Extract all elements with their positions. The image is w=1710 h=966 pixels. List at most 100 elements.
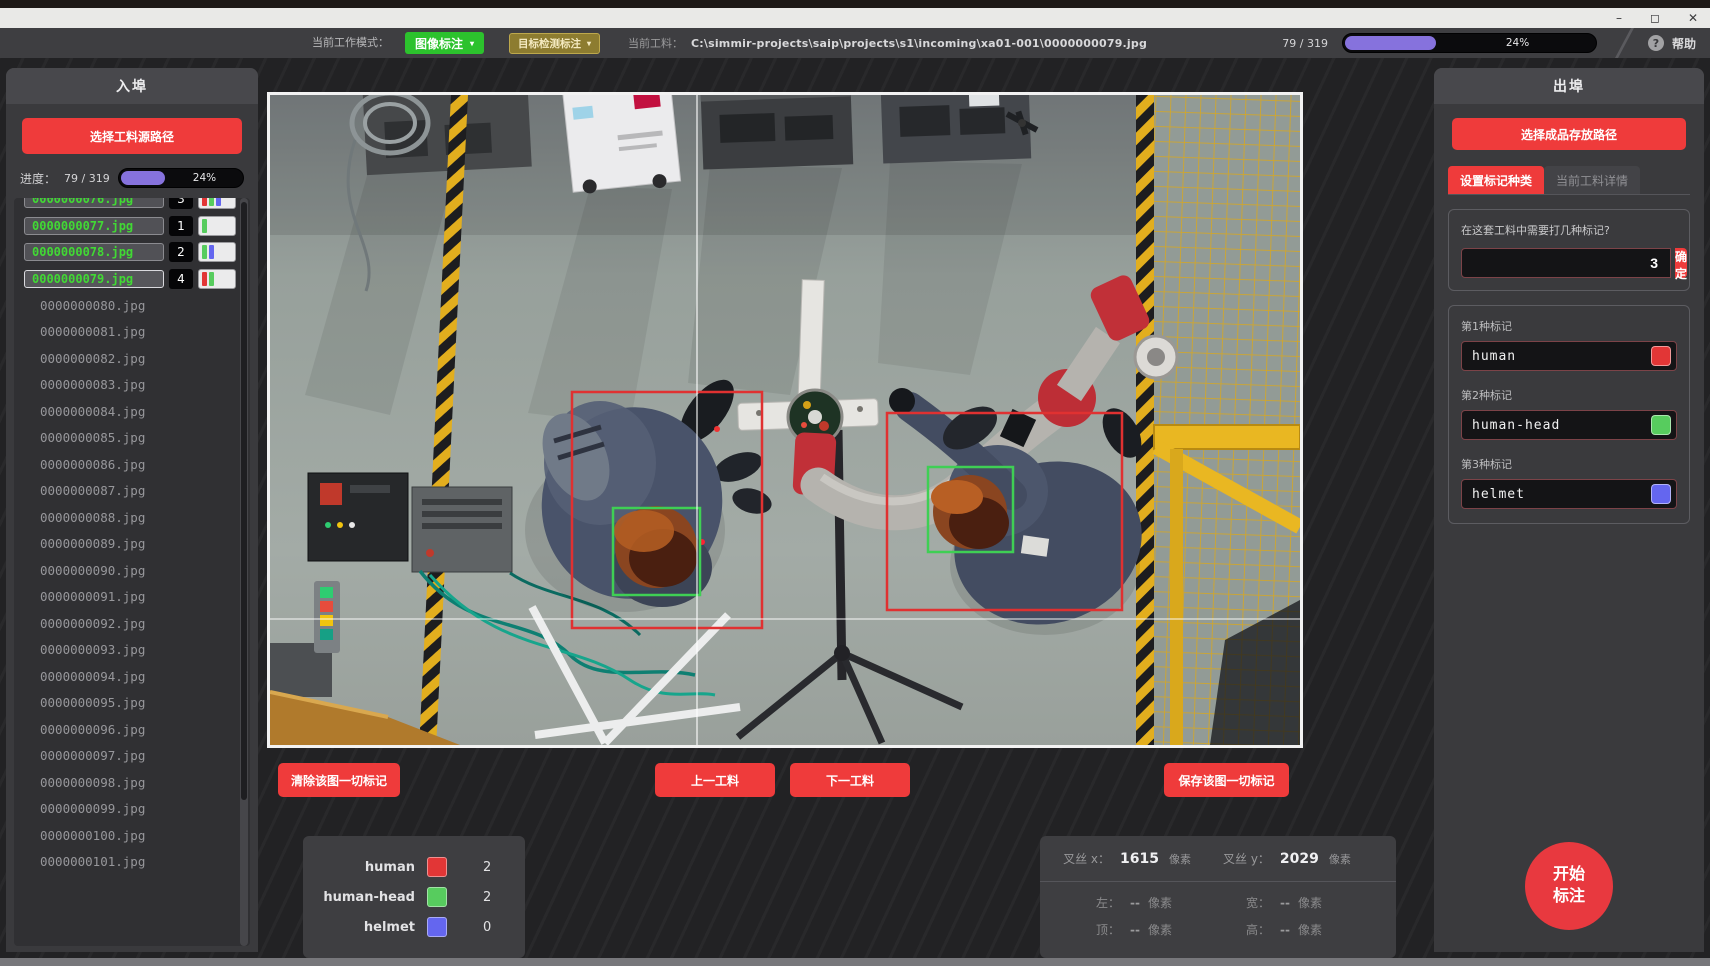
mark-type-group: 第3种标记 helmet: [1461, 456, 1677, 509]
progress-label: 进度：: [20, 170, 56, 187]
file-list-item[interactable]: 0000000078.jpg 2: [24, 239, 236, 266]
mark-type-group: 第1种标记 human: [1461, 318, 1677, 371]
file-mark-bars: [198, 198, 236, 209]
tab-set-mark-types[interactable]: 设置标记种类: [1448, 166, 1544, 194]
mode-image-annotation-button[interactable]: 图像标注 ▾: [405, 32, 484, 54]
legend-label: human-head: [303, 890, 415, 905]
mark-type-label: 第3种标记: [1461, 456, 1677, 472]
current-file-info: 当前工料： C:\simmir-projects\saip\projects\s…: [628, 28, 1147, 58]
legend-color-swatch: [427, 857, 447, 877]
mark-type-label: 第1种标记: [1461, 318, 1677, 334]
file-list-scrollbar[interactable]: [240, 198, 248, 946]
file-name: 0000000084.jpg: [40, 404, 145, 419]
file-list-item[interactable]: 0000000089.jpg: [24, 531, 236, 558]
white-machine: [563, 95, 682, 197]
progress-fill: [1345, 36, 1436, 50]
window-controls: – ◻ ✕: [1616, 8, 1698, 28]
work-mode-label: 当前工作模式：: [312, 28, 389, 58]
file-list-item[interactable]: 0000000093.jpg: [24, 637, 236, 664]
maximize-icon[interactable]: ◻: [1650, 8, 1660, 28]
file-list-item[interactable]: 0000000087.jpg: [24, 478, 236, 505]
file-list-item[interactable]: 0000000090.jpg: [24, 557, 236, 584]
mark-legend: human 2 human-head 2 helmet 0: [303, 836, 525, 958]
app-window: { "colors": { "red": "#e23636", "green":…: [0, 0, 1710, 966]
mark-count-input[interactable]: [1461, 248, 1671, 278]
file-list-item[interactable]: 0000000077.jpg 1: [24, 213, 236, 240]
help-button[interactable]: ? 帮助: [1648, 35, 1696, 52]
chevron-down-icon: ▾: [587, 39, 591, 48]
mark-bar: [202, 219, 207, 233]
left-progress-bar: 24%: [118, 168, 244, 188]
file-list-item[interactable]: 0000000092.jpg: [24, 610, 236, 637]
file-name: 0000000078.jpg: [24, 243, 164, 261]
close-icon[interactable]: ✕: [1688, 8, 1698, 28]
file-list-item[interactable]: 0000000081.jpg: [24, 319, 236, 346]
mark-color-swatch[interactable]: [1651, 484, 1671, 504]
file-rows: 0000000076.jpg 3 0000000077.jpg 1 000000…: [24, 198, 236, 875]
next-item-button[interactable]: 下一工料: [790, 763, 910, 797]
confirm-button[interactable]: 确定: [1675, 248, 1687, 278]
file-list-item[interactable]: 0000000096.jpg: [24, 716, 236, 743]
window-top-strip: [0, 0, 1710, 8]
file-list-item[interactable]: 0000000086.jpg: [24, 451, 236, 478]
chevron-down-icon: ▾: [470, 39, 474, 48]
file-name: 0000000088.jpg: [40, 510, 145, 525]
file-list-item[interactable]: 0000000100.jpg: [24, 822, 236, 849]
legend-count: 2: [483, 890, 491, 905]
mark-color-swatch[interactable]: [1651, 346, 1671, 366]
legend-row: helmet 0: [303, 917, 525, 937]
start-line2: 标注: [1553, 888, 1585, 905]
file-name: 0000000101.jpg: [40, 854, 145, 869]
file-list-item[interactable]: 0000000079.jpg 4: [24, 266, 236, 293]
file-count-badge: 3: [169, 198, 193, 209]
minimize-icon[interactable]: –: [1616, 8, 1622, 28]
mark-bar: [202, 272, 207, 286]
file-name: 0000000090.jpg: [40, 563, 145, 578]
file-list-item[interactable]: 0000000091.jpg: [24, 584, 236, 611]
coordinates-panel: 叉丝 x： 1615 像素 叉丝 y： 2029 像素 左： --像素 宽： -…: [1040, 836, 1396, 958]
help-label: 帮助: [1672, 35, 1696, 52]
file-name: 0000000079.jpg: [24, 270, 164, 288]
mark-name-input[interactable]: helmet: [1461, 479, 1677, 509]
file-list-item[interactable]: 0000000083.jpg: [24, 372, 236, 399]
file-list-item[interactable]: 0000000097.jpg: [24, 743, 236, 770]
crosshair-y-value: 2029: [1280, 851, 1319, 867]
file-list-item[interactable]: 0000000095.jpg: [24, 690, 236, 717]
mark-count-question: 在这套工料中需要打几种标记?: [1461, 222, 1677, 238]
mode-detection-button[interactable]: 目标检测标注 ▾: [509, 33, 600, 54]
file-list-item[interactable]: 0000000099.jpg: [24, 796, 236, 823]
output-panel-title: 出埠: [1434, 68, 1704, 104]
left-progress-fraction: 79 / 319: [64, 172, 110, 185]
file-list-item[interactable]: 0000000082.jpg: [24, 345, 236, 372]
legend-row: human 2: [303, 857, 525, 877]
file-name: 0000000085.jpg: [40, 430, 145, 445]
file-list-item[interactable]: 0000000085.jpg: [24, 425, 236, 452]
file-name: 0000000099.jpg: [40, 801, 145, 816]
select-output-path-button[interactable]: 选择成品存放路径: [1452, 118, 1686, 150]
fence-rail: [1154, 425, 1300, 449]
file-list-item[interactable]: 0000000094.jpg: [24, 663, 236, 690]
window-bottom-strip: [0, 958, 1710, 966]
mark-name-input[interactable]: human-head: [1461, 410, 1677, 440]
file-list-item[interactable]: 0000000088.jpg: [24, 504, 236, 531]
file-list-item[interactable]: 0000000080.jpg: [24, 292, 236, 319]
mark-name-input[interactable]: human: [1461, 341, 1677, 371]
file-list-item[interactable]: 0000000084.jpg: [24, 398, 236, 425]
file-list-item[interactable]: 0000000098.jpg: [24, 769, 236, 796]
select-source-path-button[interactable]: 选择工料源路径: [22, 118, 242, 154]
file-name: 0000000077.jpg: [24, 217, 164, 235]
start-annotation-button[interactable]: 开始 标注: [1525, 842, 1613, 930]
file-list-item[interactable]: 0000000101.jpg: [24, 849, 236, 876]
file-name: 0000000096.jpg: [40, 722, 145, 737]
mark-name-value: human-head: [1462, 418, 1560, 433]
clear-marks-button[interactable]: 清除该图一切标记: [278, 763, 400, 797]
prev-item-button[interactable]: 上一工料: [655, 763, 775, 797]
scrollbar-thumb[interactable]: [241, 202, 247, 800]
save-marks-button[interactable]: 保存该图一切标记: [1164, 763, 1289, 797]
annotation-canvas[interactable]: [267, 92, 1303, 748]
tab-current-item-details[interactable]: 当前工料详情: [1544, 166, 1640, 194]
header-progress-area: 79 / 319 24% ? 帮助: [1282, 28, 1710, 58]
file-list-item[interactable]: 0000000076.jpg 3: [24, 198, 236, 213]
file-name: 0000000082.jpg: [40, 351, 145, 366]
mark-color-swatch[interactable]: [1651, 415, 1671, 435]
